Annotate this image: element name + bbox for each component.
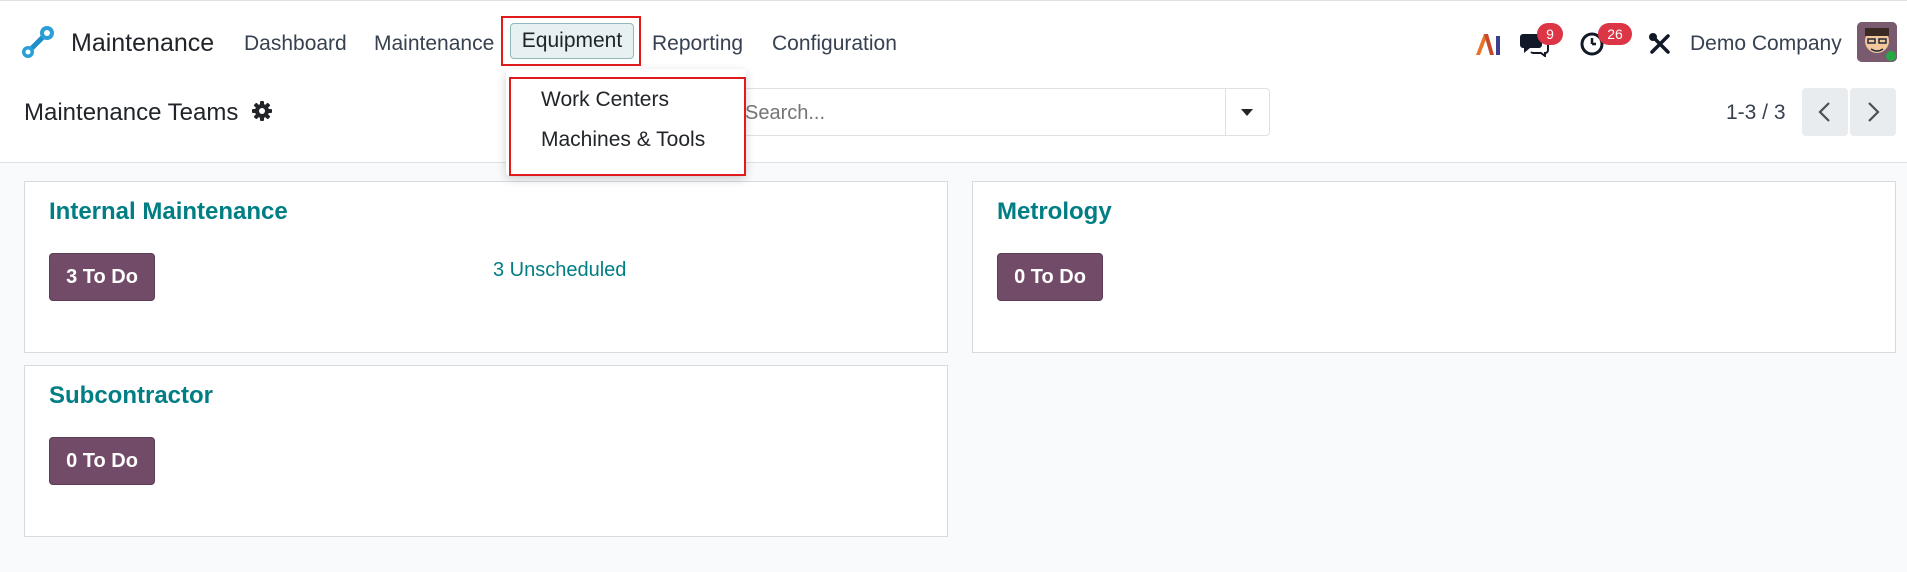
search-bar (736, 88, 1270, 136)
top-navbar: Maintenance Dashboard Maintenance Equipm… (0, 0, 1907, 87)
maintenance-app-icon[interactable] (20, 24, 56, 60)
dropdown-highlight-box (509, 77, 746, 176)
tools-icon[interactable] (1648, 32, 1672, 56)
gear-icon[interactable] (252, 101, 272, 121)
search-options-toggle[interactable] (1225, 89, 1269, 135)
chevron-left-icon (1818, 102, 1830, 122)
pager-value[interactable]: 1-3 / 3 (1726, 101, 1786, 125)
team-name[interactable]: Subcontractor (49, 382, 213, 410)
todo-button[interactable]: 3 To Do (49, 253, 155, 301)
unscheduled-link[interactable]: 3 Unscheduled (493, 259, 626, 282)
todo-button[interactable]: 0 To Do (49, 437, 155, 485)
team-name[interactable]: Metrology (997, 198, 1112, 226)
search-input[interactable] (743, 99, 1197, 127)
activities-badge: 26 (1598, 23, 1632, 45)
menu-configuration[interactable]: Configuration (772, 32, 897, 56)
app-name[interactable]: Maintenance (71, 29, 214, 58)
company-switcher[interactable]: Demo Company (1690, 32, 1842, 56)
equipment-highlight-box (501, 16, 641, 66)
control-panel: Maintenance Teams 1-3 / 3 (0, 86, 1907, 163)
messages-badge: 9 (1537, 23, 1563, 45)
user-avatar[interactable] (1857, 22, 1897, 62)
team-name[interactable]: Internal Maintenance (49, 198, 288, 226)
team-card[interactable]: Internal Maintenance 3 To Do 3 Unschedul… (24, 181, 948, 353)
team-card[interactable]: Subcontractor 0 To Do (24, 365, 948, 537)
page-title: Maintenance Teams (24, 99, 239, 126)
pager-next-button[interactable] (1850, 88, 1896, 136)
avatar-icon (1857, 22, 1897, 62)
caret-down-icon (1241, 109, 1253, 116)
ai-icon[interactable] (1474, 32, 1502, 56)
menu-dashboard[interactable]: Dashboard (244, 32, 347, 56)
menu-reporting[interactable]: Reporting (652, 32, 743, 56)
chevron-right-icon (1868, 102, 1880, 122)
team-card[interactable]: Metrology 0 To Do (972, 181, 1896, 353)
pager-previous-button[interactable] (1802, 88, 1848, 136)
menu-maintenance[interactable]: Maintenance (374, 32, 494, 56)
todo-button[interactable]: 0 To Do (997, 253, 1103, 301)
